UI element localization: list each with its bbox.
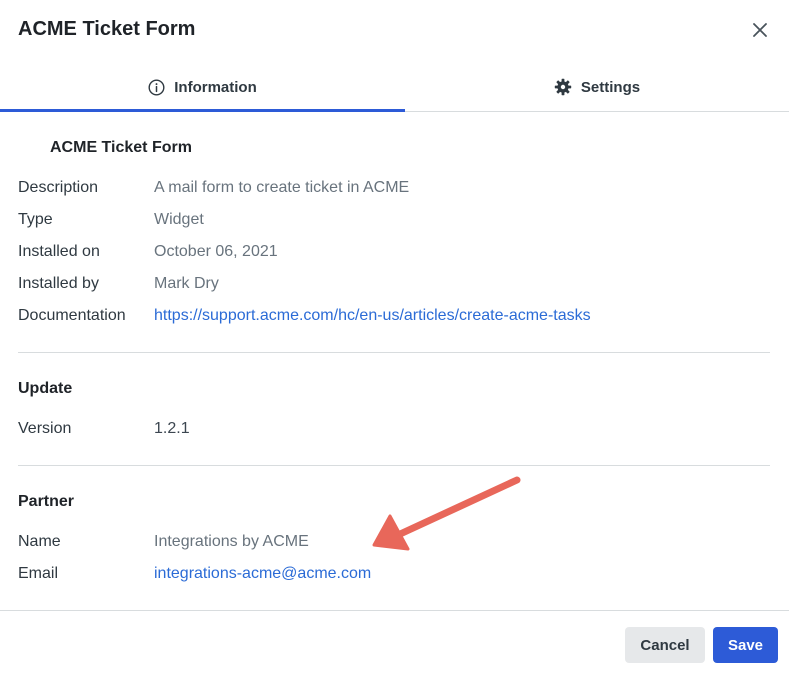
- info-circle-icon: [148, 78, 165, 96]
- partner-heading: Partner: [18, 493, 75, 510]
- ticket-form-dialog: ACME Ticket Form Information Settings AC…: [0, 0, 789, 675]
- row-label: Name: [18, 533, 61, 550]
- tab-settings[interactable]: Settings: [405, 62, 789, 112]
- row-label: Installed on: [18, 243, 100, 260]
- update-heading: Update: [18, 380, 73, 397]
- active-tab-indicator: [0, 109, 405, 112]
- app-heading: ACME Ticket Form: [50, 139, 192, 156]
- close-icon: [753, 23, 767, 37]
- save-button[interactable]: Save: [713, 627, 778, 663]
- row-value: Widget: [154, 211, 204, 228]
- row-value: October 06, 2021: [154, 243, 278, 260]
- footer-divider: [0, 610, 789, 611]
- cancel-button[interactable]: Cancel: [625, 627, 705, 663]
- tab-information-label: Information: [174, 78, 257, 96]
- tab-settings-label: Settings: [580, 78, 641, 96]
- gear-icon: [554, 78, 572, 96]
- dialog-header: ACME Ticket Form: [0, 0, 789, 62]
- row-label: Type: [18, 211, 53, 228]
- row-label: Documentation: [18, 307, 126, 324]
- section-divider: [18, 352, 770, 353]
- tab-information[interactable]: Information: [0, 62, 405, 112]
- dialog-title: ACME Ticket Form: [18, 18, 196, 40]
- documentation-link[interactable]: https://support.acme.com/hc/en-us/articl…: [154, 307, 591, 325]
- row-label: Version: [18, 420, 72, 437]
- row-value: Mark Dry: [154, 275, 219, 292]
- version-value: 1.2.1: [154, 420, 190, 437]
- annotation-arrow-icon: [372, 476, 521, 551]
- row-label: Email: [18, 565, 59, 582]
- close-button[interactable]: [748, 18, 772, 42]
- partner-name-value: Integrations by ACME: [154, 533, 309, 550]
- row-label: Description: [18, 179, 99, 196]
- tab-list: Information Settings: [0, 62, 789, 112]
- partner-email-link[interactable]: integrations-acme@acme.com: [154, 565, 371, 583]
- row-value: A mail form to create ticket in ACME: [154, 179, 410, 196]
- row-label: Installed by: [18, 275, 99, 292]
